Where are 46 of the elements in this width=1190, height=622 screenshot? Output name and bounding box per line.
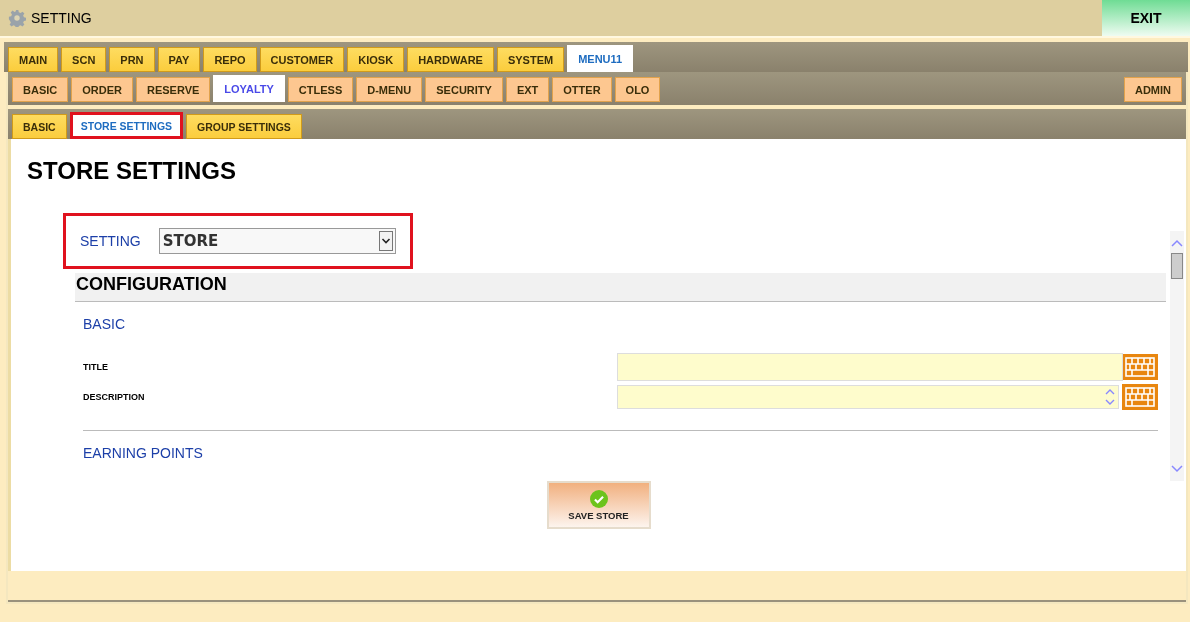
tab[interactable]: ORDER	[71, 77, 133, 102]
tab[interactable]: BASIC	[12, 114, 67, 139]
tab[interactable]: CUSTOMER	[259, 47, 345, 72]
section-title: CONFIGURATION	[75, 274, 227, 295]
tab[interactable]: HARDWARE	[407, 47, 494, 72]
group-title: BASIC	[83, 316, 126, 332]
keyboard-icon[interactable]	[1122, 384, 1158, 410]
save-button[interactable]: SAVE STORE	[546, 481, 651, 529]
window-title: SETTING	[31, 10, 92, 26]
tab[interactable]: PRN	[109, 47, 155, 72]
caret-icon	[379, 231, 393, 251]
tab[interactable]: MENU11	[567, 45, 634, 72]
setting-dropdown[interactable]: STORE	[158, 228, 396, 254]
field-label: TITLE	[83, 362, 109, 372]
tab[interactable]: GROUP SETTINGS	[186, 114, 302, 139]
tab[interactable]: KIOSK	[347, 47, 405, 72]
tab[interactable]: RESERVE	[135, 77, 211, 102]
page-title: STORE SETTINGS	[27, 157, 237, 186]
field-label: DESCRIPTION	[83, 392, 146, 402]
tab[interactable]: SECURITY	[425, 77, 503, 102]
keyboard-icon[interactable]	[1122, 354, 1158, 380]
group-title: EARNING POINTS	[83, 445, 204, 461]
tab[interactable]: SYSTEM	[496, 47, 565, 72]
tab[interactable]: CTLESS	[287, 77, 354, 102]
scrollbar[interactable]	[1170, 231, 1184, 481]
tab[interactable]: STORE SETTINGS	[69, 112, 184, 139]
tab[interactable]: SCN	[61, 47, 107, 72]
tab[interactable]: PAY	[157, 47, 201, 72]
tab[interactable]: EXT	[505, 77, 550, 102]
tab[interactable]: OTTER	[552, 77, 612, 102]
exit-button[interactable]: EXIT	[1102, 0, 1190, 36]
admin-tab[interactable]: ADMIN	[1123, 77, 1182, 102]
setting-label: SETTING	[80, 233, 141, 249]
scroll-thumb[interactable]	[1171, 253, 1183, 279]
tab[interactable]: REPO	[203, 47, 257, 72]
gear-icon	[8, 9, 26, 27]
tab[interactable]: BASIC	[12, 77, 69, 102]
scroll-down-icon[interactable]	[1171, 465, 1183, 473]
tab[interactable]: OLO	[614, 77, 661, 102]
text-area[interactable]	[617, 385, 1119, 409]
tab[interactable]: LOYALTY	[213, 75, 285, 102]
scroll-up-icon[interactable]	[1171, 239, 1183, 247]
tab[interactable]: MAIN	[8, 47, 59, 72]
check-icon	[589, 489, 608, 508]
text-field[interactable]	[617, 353, 1123, 381]
tab[interactable]: D-MENU	[356, 77, 423, 102]
